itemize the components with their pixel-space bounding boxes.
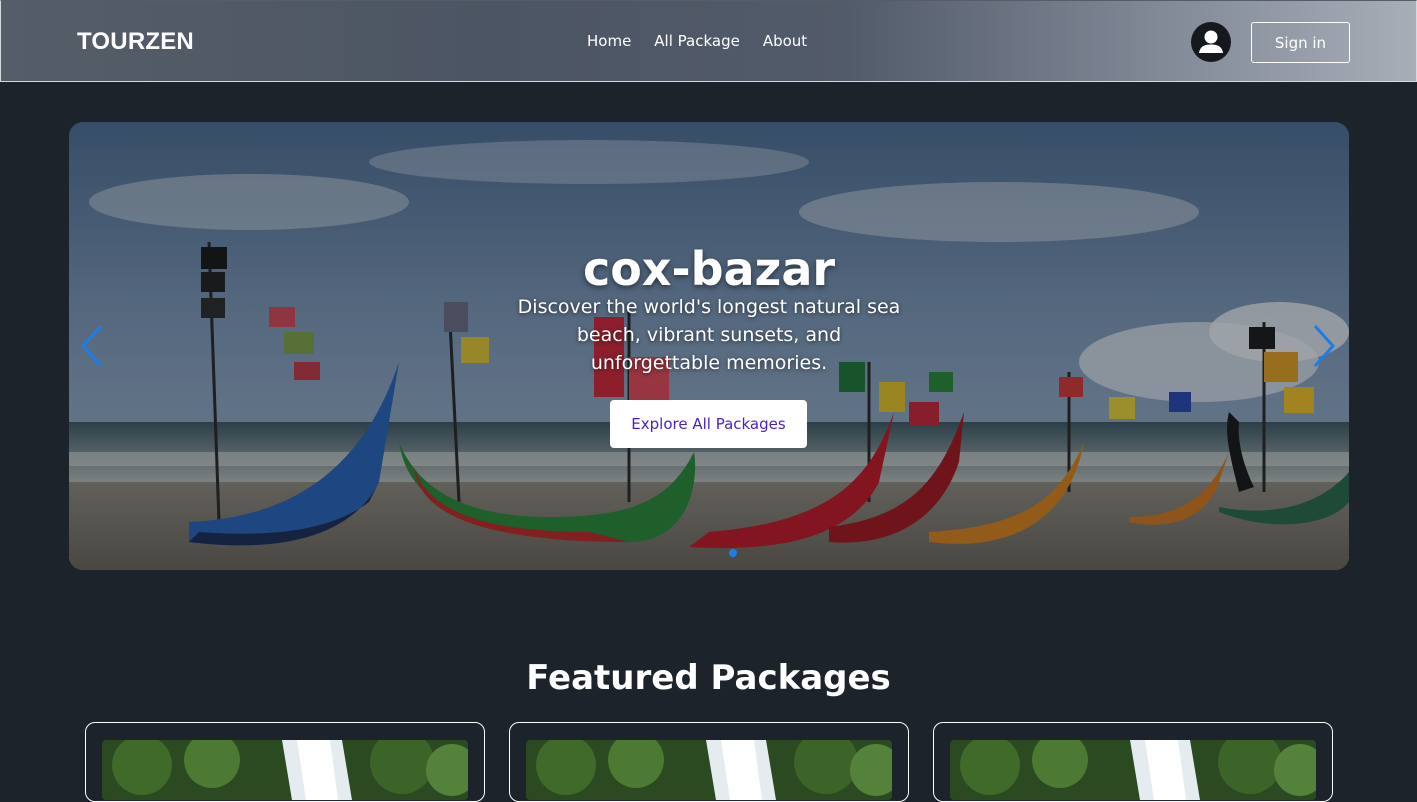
carousel-indicator-dot[interactable] xyxy=(729,549,737,557)
featured-packages-heading: Featured Packages xyxy=(526,658,891,698)
sign-in-button[interactable]: Sign in xyxy=(1251,22,1350,63)
hero-carousel: cox-bazar Discover the world's longest n… xyxy=(69,122,1349,570)
explore-all-packages-button[interactable]: Explore All Packages xyxy=(610,400,807,448)
package-image xyxy=(102,740,468,800)
package-card[interactable] xyxy=(85,722,485,802)
package-image xyxy=(526,740,892,800)
hero-title: cox-bazar xyxy=(582,242,836,296)
nav-links: Home All Package About xyxy=(587,32,807,50)
hero-description: Discover the world's longest natural sea… xyxy=(517,296,901,374)
chevron-right-icon[interactable] xyxy=(1309,322,1339,370)
package-card[interactable] xyxy=(509,722,909,802)
package-card[interactable] xyxy=(933,722,1333,802)
nav-link-about[interactable]: About xyxy=(763,32,807,50)
brand-logo[interactable]: TOURZEN xyxy=(77,28,194,56)
chevron-left-icon[interactable] xyxy=(77,322,107,370)
nav-link-all-package[interactable]: All Package xyxy=(654,32,740,50)
nav-link-home[interactable]: Home xyxy=(587,32,631,50)
user-avatar-icon[interactable] xyxy=(1191,22,1231,62)
package-image xyxy=(950,740,1316,800)
top-navbar: TOURZEN Home All Package About Sign in xyxy=(0,0,1417,82)
